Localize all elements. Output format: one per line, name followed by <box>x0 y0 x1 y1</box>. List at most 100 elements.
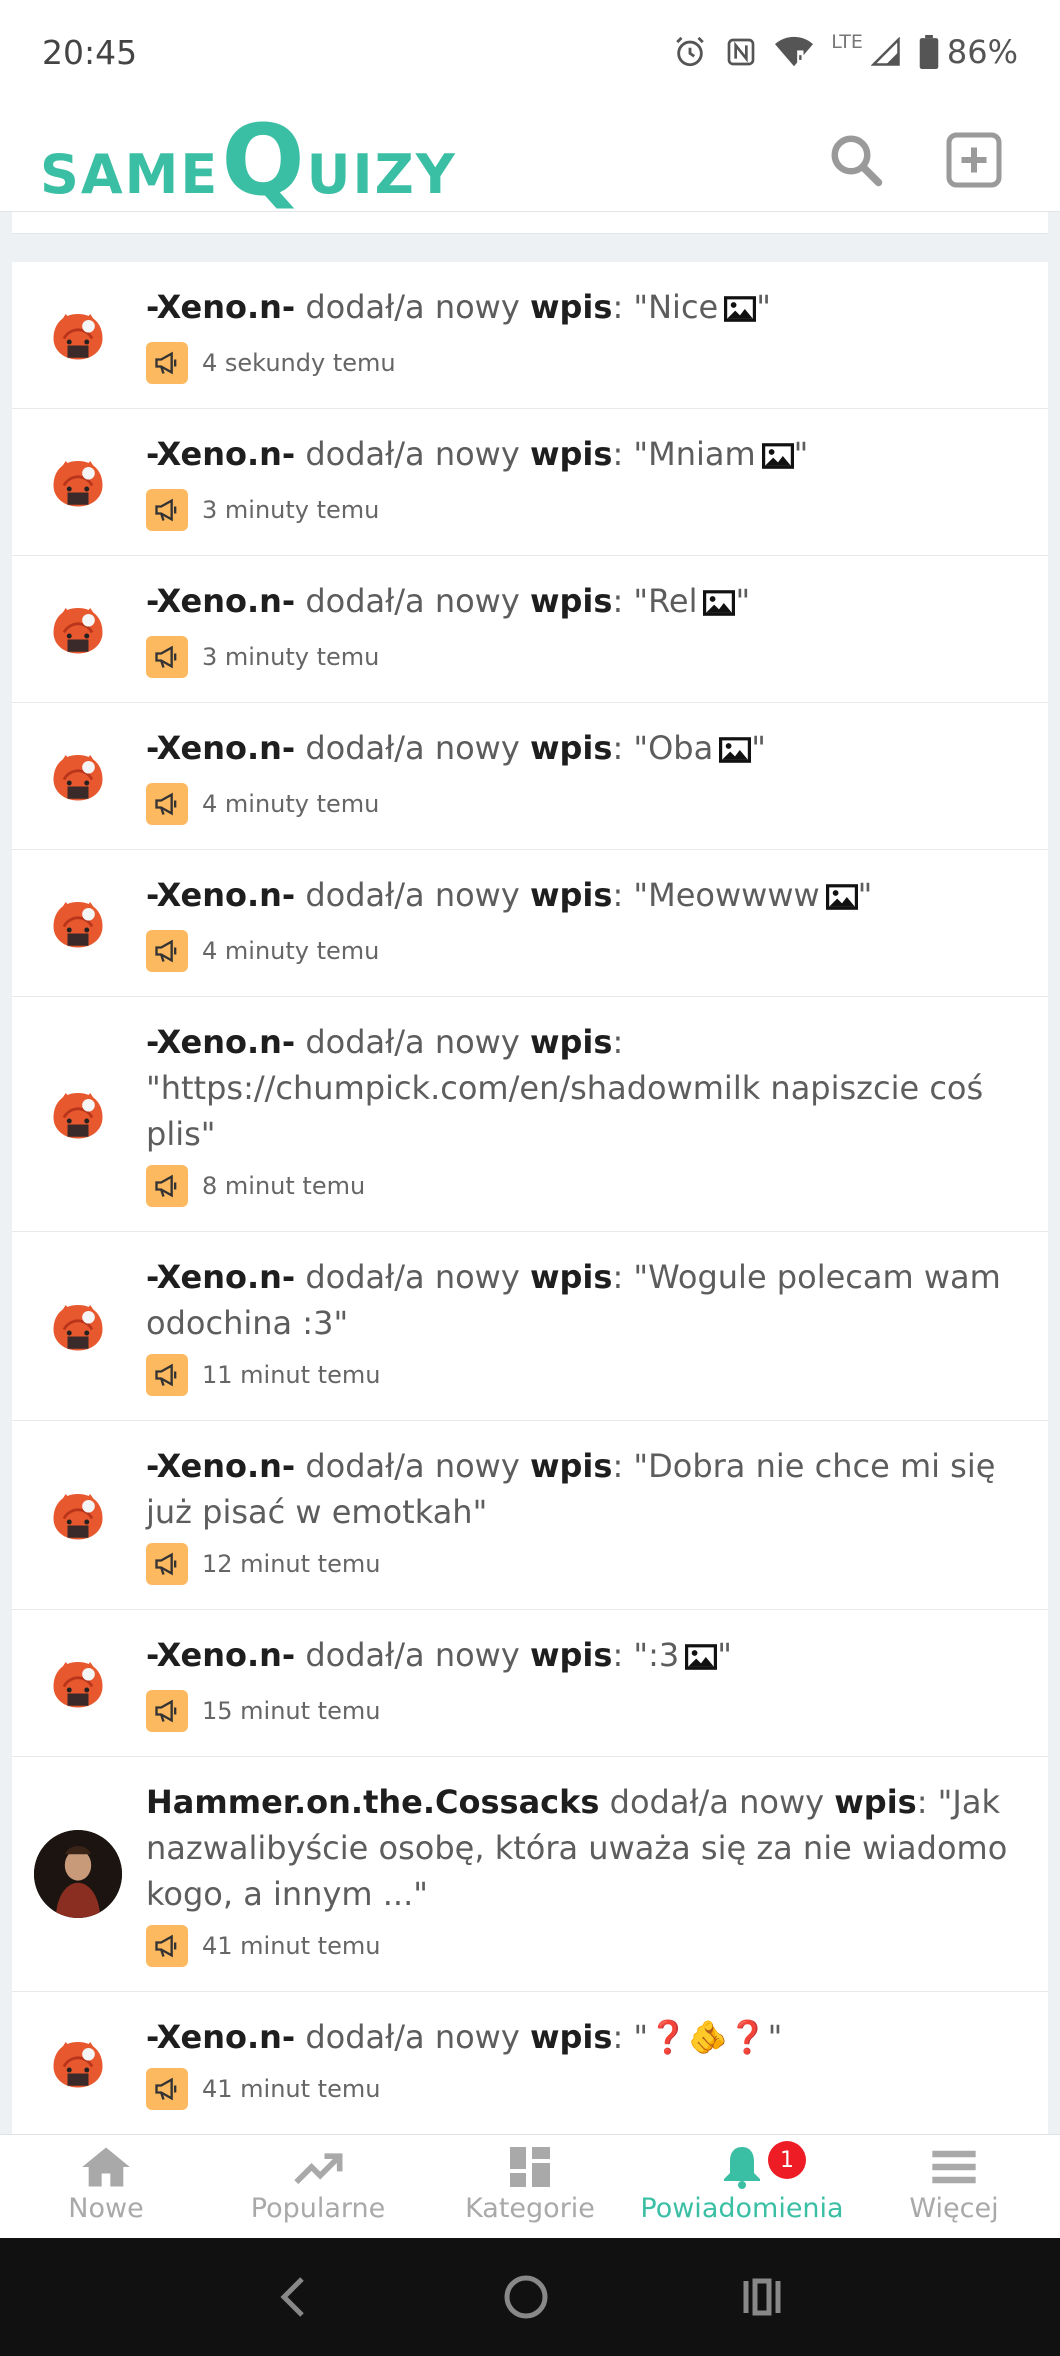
content-type-link[interactable]: wpis <box>530 1023 612 1061</box>
entry-excerpt-close: " <box>756 288 771 326</box>
notification-message: -Xeno.n- dodał/a nowy wpis: "Dobra nie c… <box>146 1443 1024 1535</box>
search-button[interactable] <box>826 130 886 190</box>
entry-excerpt[interactable]: : "❓🫵❓" <box>612 2018 782 2056</box>
content-type-link[interactable]: wpis <box>530 1636 612 1674</box>
username-link[interactable]: -Xeno.n- <box>146 876 295 914</box>
megaphone-icon <box>146 1925 188 1967</box>
content-type-link[interactable]: wpis <box>530 1258 612 1296</box>
notification-meta: 15 minut temu <box>146 1690 1024 1732</box>
previous-section-edge <box>12 212 1048 234</box>
avatar[interactable] <box>34 438 122 526</box>
notification-feed: -Xeno.n- dodał/a nowy wpis: "Nice " 4 seku… <box>12 262 1048 2135</box>
notification-item[interactable]: -Xeno.n- dodał/a nowy wpis: "https://chu… <box>12 997 1048 1232</box>
image-icon <box>703 582 736 628</box>
entry-excerpt[interactable]: : "Oba <box>612 729 713 767</box>
avatar[interactable] <box>34 1471 122 1559</box>
megaphone-icon <box>146 1354 188 1396</box>
nav-label: Nowe <box>68 2193 144 2224</box>
content-type-link[interactable]: wpis <box>530 288 612 326</box>
entry-excerpt[interactable]: : "Rel <box>612 582 697 620</box>
avatar[interactable] <box>34 585 122 673</box>
notification-meta: 41 minut temu <box>146 1925 1024 1967</box>
megaphone-icon <box>146 783 188 825</box>
entry-excerpt[interactable]: : ":3 <box>612 1636 679 1674</box>
entry-excerpt[interactable]: : "Mniam <box>612 435 755 473</box>
notification-meta: 41 minut temu <box>146 2068 1024 2110</box>
search-icon <box>831 135 883 187</box>
entry-excerpt-close: " <box>857 876 873 914</box>
username-link[interactable]: -Xeno.n- <box>146 2018 295 2056</box>
recents-icon[interactable] <box>738 2273 786 2321</box>
timestamp: 3 minuty temu <box>202 643 380 671</box>
avatar[interactable] <box>34 1830 122 1918</box>
home-circle-icon[interactable] <box>502 2273 550 2321</box>
avatar[interactable] <box>34 2019 122 2107</box>
home-icon <box>82 2147 130 2187</box>
content-type-link[interactable]: wpis <box>530 729 612 767</box>
nav-item-nowe[interactable]: Nowe <box>0 2135 212 2238</box>
notification-item[interactable]: -Xeno.n- dodał/a nowy wpis: "Mniam " 3 min… <box>12 409 1048 556</box>
nav-item-kategorie[interactable]: Kategorie <box>424 2135 636 2238</box>
action-text: dodał/a nowy <box>305 1258 520 1296</box>
action-text: dodał/a nowy <box>305 729 520 767</box>
action-text: dodał/a nowy <box>305 582 520 620</box>
username-link[interactable]: -Xeno.n- <box>146 288 295 326</box>
add-button[interactable] <box>944 130 1004 190</box>
timestamp: 12 minut temu <box>202 1550 381 1578</box>
notification-item[interactable]: -Xeno.n- dodał/a nowy wpis: "Rel " 3 minut… <box>12 556 1048 703</box>
avatar[interactable] <box>34 879 122 967</box>
notification-item[interactable]: -Xeno.n- dodał/a nowy wpis: "Nice " 4 seku… <box>12 262 1048 409</box>
content-type-link[interactable]: wpis <box>530 1447 612 1485</box>
menu-icon <box>932 2150 976 2184</box>
username-link[interactable]: Hammer.on.the.Cossacks <box>146 1783 599 1821</box>
status-icons: LTE 86% <box>673 31 1018 71</box>
avatar[interactable] <box>34 1070 122 1158</box>
action-text: dodał/a nowy <box>305 288 520 326</box>
notification-item[interactable]: -Xeno.n- dodał/a nowy wpis: "Meowwww " 4 m… <box>12 850 1048 997</box>
notification-meta: 3 minuty temu <box>146 636 1024 678</box>
notification-message: -Xeno.n- dodał/a nowy wpis: "https://chu… <box>146 1019 1024 1157</box>
username-link[interactable]: -Xeno.n- <box>146 1023 295 1061</box>
username-link[interactable]: -Xeno.n- <box>146 1447 295 1485</box>
megaphone-icon <box>146 2068 188 2110</box>
username-link[interactable]: -Xeno.n- <box>146 729 295 767</box>
megaphone-icon <box>146 342 188 384</box>
status-time: 20:45 <box>42 32 138 72</box>
notification-item[interactable]: -Xeno.n- dodał/a nowy wpis: "Dobra nie c… <box>12 1421 1048 1610</box>
avatar[interactable] <box>34 291 122 379</box>
notification-item[interactable]: -Xeno.n- dodał/a nowy wpis: ":3 " 15 minut… <box>12 1610 1048 1757</box>
avatar[interactable] <box>34 1282 122 1370</box>
avatar[interactable] <box>34 1639 122 1727</box>
notification-item[interactable]: -Xeno.n- dodał/a nowy wpis: "❓🫵❓" 41 minu… <box>12 1992 1048 2135</box>
content-type-link[interactable]: wpis <box>834 1783 916 1821</box>
notification-message: -Xeno.n- dodał/a nowy wpis: "Wogule pole… <box>146 1254 1024 1346</box>
username-link[interactable]: -Xeno.n- <box>146 1636 295 1674</box>
avatar[interactable] <box>34 732 122 820</box>
notification-message: -Xeno.n- dodał/a nowy wpis: "Nice " <box>146 284 1024 334</box>
nav-item-wiecej[interactable]: Więcej <box>848 2135 1060 2238</box>
bell-icon <box>724 2147 760 2189</box>
content-type-link[interactable]: wpis <box>530 876 612 914</box>
nav-item-popularne[interactable]: Popularne <box>212 2135 424 2238</box>
notification-item[interactable]: -Xeno.n- dodał/a nowy wpis: "Wogule pole… <box>12 1232 1048 1421</box>
samequizy-logo[interactable]: SAME Q UIZY <box>40 110 457 210</box>
content-type-link[interactable]: wpis <box>530 582 612 620</box>
notification-meta: 3 minuty temu <box>146 489 1024 531</box>
entry-excerpt[interactable]: : "Meowwww <box>612 876 819 914</box>
megaphone-icon <box>146 489 188 531</box>
nav-item-powiadomienia[interactable]: Powiadomienia 1 <box>636 2135 848 2238</box>
timestamp: 41 minut temu <box>202 1932 381 1960</box>
username-link[interactable]: -Xeno.n- <box>146 1258 295 1296</box>
action-text: dodał/a nowy <box>305 2018 520 2056</box>
timestamp: 8 minut temu <box>202 1172 366 1200</box>
content-type-link[interactable]: wpis <box>530 435 612 473</box>
username-link[interactable]: -Xeno.n- <box>146 435 295 473</box>
timestamp: 4 minuty temu <box>202 790 380 818</box>
entry-excerpt[interactable]: : "Nice <box>612 288 718 326</box>
timestamp: 3 minuty temu <box>202 496 380 524</box>
notification-item[interactable]: Hammer.on.the.Cossacks dodał/a nowy wpis… <box>12 1757 1048 1992</box>
notification-item[interactable]: -Xeno.n- dodał/a nowy wpis: "Oba " 4 minut… <box>12 703 1048 850</box>
back-icon[interactable] <box>274 2273 314 2321</box>
content-type-link[interactable]: wpis <box>530 2018 612 2056</box>
username-link[interactable]: -Xeno.n- <box>146 582 295 620</box>
